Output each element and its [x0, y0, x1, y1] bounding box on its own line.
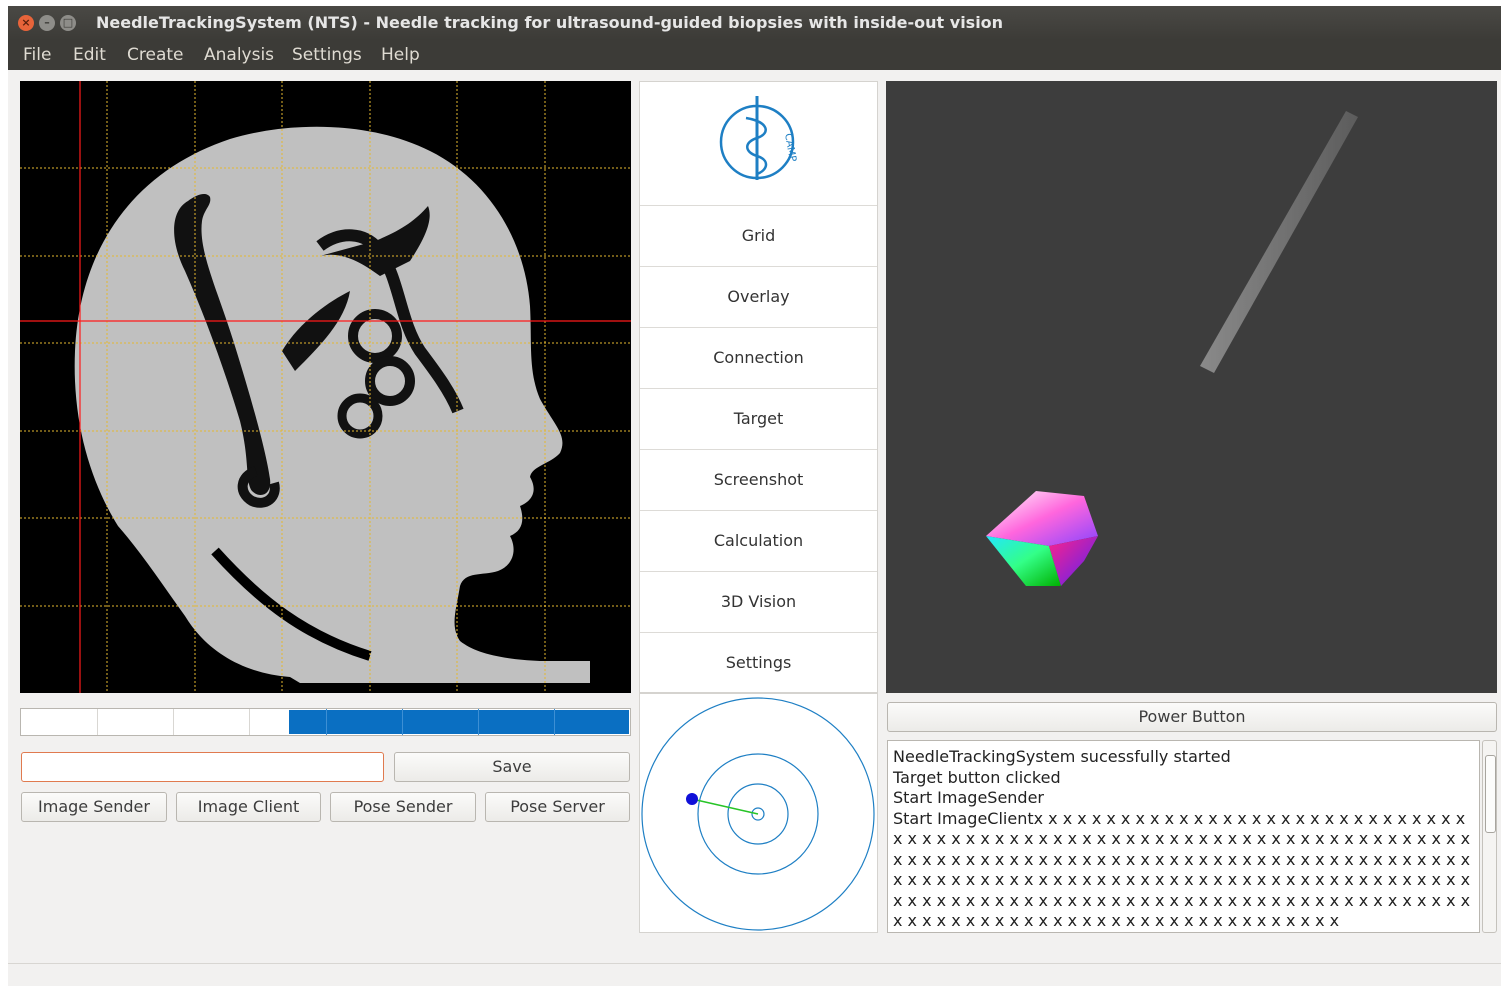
- settings-button[interactable]: Settings: [640, 633, 877, 693]
- menu-settings[interactable]: Settings: [292, 40, 362, 70]
- head-logo-image: [20, 81, 631, 693]
- log-line: Target button clicked: [893, 767, 1061, 787]
- camp-logo: CAMP: [640, 82, 877, 206]
- needle-tip-dot: [686, 793, 698, 805]
- minimize-window-button[interactable]: –: [39, 15, 55, 31]
- menu-bar: File Edit Create Analysis Settings Help: [8, 40, 1501, 70]
- log-line: Start ImageClientx x x x x x x x x x x x…: [893, 808, 1471, 931]
- menu-create[interactable]: Create: [127, 40, 184, 70]
- app-window: × – □ NeedleTrackingSystem (NTS) - Needl…: [8, 6, 1501, 986]
- progress-bar: [20, 708, 631, 736]
- connection-button[interactable]: Connection: [640, 328, 877, 389]
- progress-segment-divider: [477, 709, 479, 735]
- image-client-button[interactable]: Image Client: [176, 792, 321, 822]
- side-navigation: CAMP Grid Overlay Connection Target Scre…: [639, 81, 878, 693]
- 3d-vision-button[interactable]: 3D Vision: [640, 572, 877, 633]
- pose-server-button[interactable]: Pose Server: [485, 792, 630, 822]
- scrollbar-thumb[interactable]: [1485, 755, 1496, 833]
- needle-offset-line: [691, 798, 759, 815]
- save-button[interactable]: Save: [394, 752, 630, 782]
- logo-text: CAMP: [782, 133, 798, 163]
- menu-edit[interactable]: Edit: [73, 40, 106, 70]
- progress-segment-divider: [325, 709, 327, 735]
- title-bar: × – □ NeedleTrackingSystem (NTS) - Needl…: [8, 6, 1501, 40]
- grid-button[interactable]: Grid: [640, 206, 877, 267]
- progress-segment-divider: [401, 709, 403, 735]
- screenshot-button[interactable]: Screenshot: [640, 450, 877, 511]
- window-title: NeedleTrackingSystem (NTS) - Needle trac…: [96, 13, 1004, 32]
- menu-help[interactable]: Help: [381, 40, 420, 70]
- target-bullseye-view: [639, 693, 878, 933]
- filename-input[interactable]: [21, 752, 384, 782]
- target-button[interactable]: Target: [640, 389, 877, 450]
- tracking-cube-model: [986, 491, 1098, 586]
- progress-segment-divider: [553, 709, 555, 735]
- calculation-button[interactable]: Calculation: [640, 511, 877, 572]
- progress-fill: [288, 710, 629, 734]
- status-bar: [8, 963, 1501, 964]
- power-button[interactable]: Power Button: [887, 702, 1497, 732]
- pose-sender-button[interactable]: Pose Sender: [330, 792, 476, 822]
- progress-segment-divider: [97, 709, 99, 735]
- log-line: NeedleTrackingSystem sucessfully started: [893, 747, 1231, 766]
- 3d-vision-view[interactable]: [886, 81, 1497, 693]
- progress-segment-divider: [173, 709, 175, 735]
- image-sender-button[interactable]: Image Sender: [21, 792, 167, 822]
- needle-model: [1200, 111, 1358, 373]
- progress-segment-divider: [249, 709, 251, 735]
- menu-file[interactable]: File: [23, 40, 51, 70]
- close-window-button[interactable]: ×: [18, 15, 34, 31]
- log-scrollbar[interactable]: [1482, 740, 1497, 933]
- menu-analysis[interactable]: Analysis: [204, 40, 274, 70]
- log-output: NeedleTrackingSystem sucessfully started…: [887, 740, 1480, 933]
- log-line: Start ImageSender: [893, 788, 1044, 807]
- overlay-button[interactable]: Overlay: [640, 267, 877, 328]
- ultrasound-image-view[interactable]: [20, 81, 631, 693]
- maximize-window-button[interactable]: □: [60, 15, 76, 31]
